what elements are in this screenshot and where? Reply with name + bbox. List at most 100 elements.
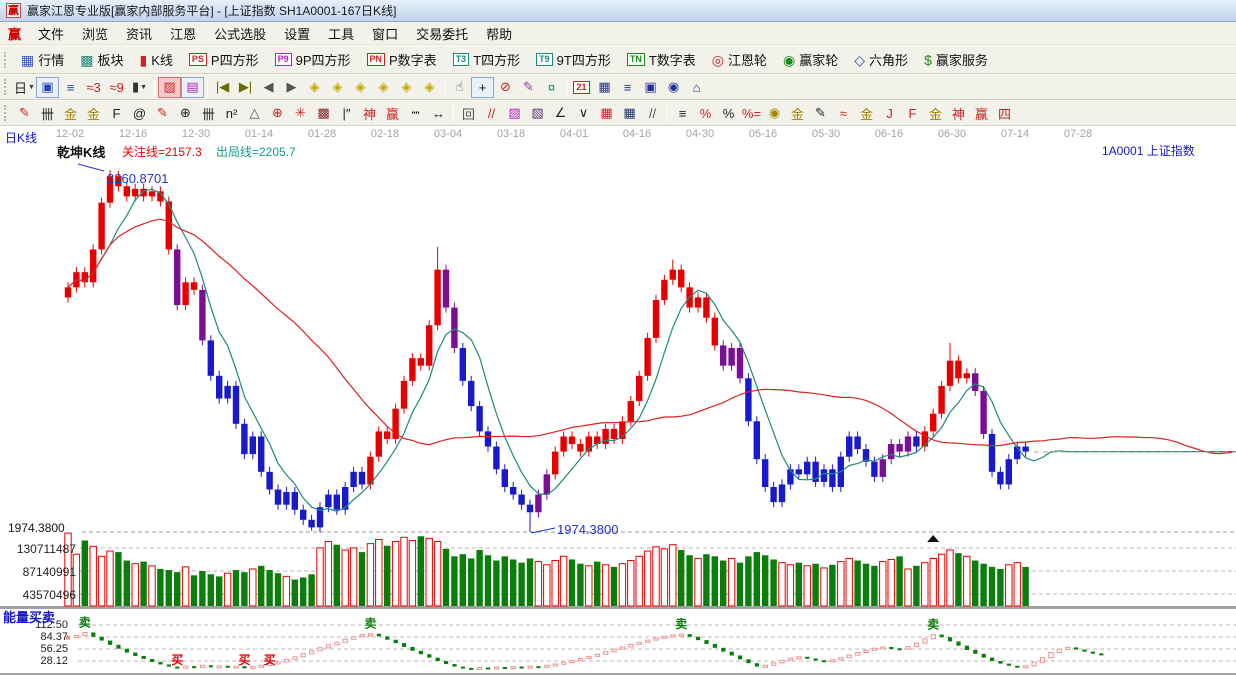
circle-cross-tool[interactable]: ⊕ xyxy=(266,103,289,124)
report-tool[interactable]: ≡ xyxy=(616,77,639,98)
menu-item-设置[interactable]: 设置 xyxy=(275,22,319,45)
menu-item-帮助[interactable]: 帮助 xyxy=(477,22,521,45)
arrow-pen-tool[interactable]: ✎ xyxy=(809,103,832,124)
n2-cycle-tool[interactable]: n² xyxy=(220,103,243,124)
remote-service-tool[interactable]: ⌂ xyxy=(685,77,708,98)
diamond-expand-button[interactable]: ◈ xyxy=(349,77,372,98)
nav-first-button[interactable]: |◀ xyxy=(211,77,234,98)
gold-angle-tool[interactable]: 金 xyxy=(855,103,878,124)
winner-wheel-button[interactable]: ◉赢家轮 xyxy=(775,46,846,73)
check-line-tool[interactable]: ∨ xyxy=(572,103,595,124)
f-comb-tool[interactable]: F xyxy=(105,103,128,124)
web-star-tool[interactable]: ✳ xyxy=(289,103,312,124)
menu-item-浏览[interactable]: 浏览 xyxy=(73,22,117,45)
width-measure-tool[interactable]: ↔ xyxy=(427,103,450,124)
notepad-tool[interactable]: ✎ xyxy=(517,77,540,98)
percent-tool[interactable]: % xyxy=(717,103,740,124)
hand-drag-tool[interactable]: ☝ xyxy=(448,77,471,98)
menu-item-工具[interactable]: 工具 xyxy=(319,22,363,45)
shen-angle-tool[interactable]: 神 xyxy=(947,103,970,124)
menu-item-江恩[interactable]: 江恩 xyxy=(161,22,205,45)
spiral-tool[interactable]: @ xyxy=(128,103,151,124)
target-bars-tool[interactable]: ≡ xyxy=(671,103,694,124)
gold-comb2-tool[interactable]: 金 xyxy=(82,103,105,124)
t9-square-button[interactable]: T99T四方形 xyxy=(528,46,619,73)
menu-item-交易委托[interactable]: 交易委托 xyxy=(407,22,477,45)
winner-service-button[interactable]: $赢家服务 xyxy=(916,46,996,73)
menu-item-文件[interactable]: 文件 xyxy=(29,22,73,45)
tick-mark-tool[interactable]: |″ xyxy=(335,103,358,124)
net-update-tool[interactable]: ◉ xyxy=(662,77,685,98)
volume-profile-tool[interactable]: ▤ xyxy=(181,77,204,98)
gann-wheel-button[interactable]: ◎江恩轮 xyxy=(704,46,775,73)
menu-item-资讯[interactable]: 资讯 xyxy=(117,22,161,45)
p-square-button[interactable]: PSP四方形 xyxy=(181,46,267,73)
diamond-shift-left-button[interactable]: ◈ xyxy=(303,77,326,98)
delete-line-tool[interactable]: ⊘ xyxy=(494,77,517,98)
f-angle-tool[interactable]: F xyxy=(901,103,924,124)
diamond-full-button[interactable]: ◈ xyxy=(418,77,441,98)
wave-3-tool[interactable]: ≈3 xyxy=(82,77,105,98)
calendar-tool[interactable]: 21 xyxy=(570,77,593,98)
j-angle-tool[interactable]: J xyxy=(878,103,901,124)
calculator-tool[interactable]: ▦ xyxy=(593,77,616,98)
hexagon-button[interactable]: ◇六角形 xyxy=(846,46,916,73)
info-panel-button[interactable]: ≡ xyxy=(59,77,82,98)
gold-level-tool[interactable]: 金 xyxy=(786,103,809,124)
gold-comb-tool[interactable]: 金 xyxy=(59,103,82,124)
gann-grid-toggle[interactable]: ▣ xyxy=(36,77,59,98)
angle-lines-tool[interactable]: ∠ xyxy=(549,103,572,124)
grid-comb-tool[interactable]: 卌 xyxy=(197,103,220,124)
quotes-button[interactable]: ▦行情 xyxy=(13,46,72,73)
toolbar-label: P数字表 xyxy=(389,50,437,69)
wave-gold-tool[interactable]: ≈ xyxy=(832,103,855,124)
trend-pen-tool[interactable]: ✎ xyxy=(13,103,36,124)
percent-level-tool[interactable]: %= xyxy=(740,103,763,124)
fan-lines-tool[interactable]: // xyxy=(480,103,503,124)
save-tool[interactable]: ▣ xyxy=(639,77,662,98)
save-icon: ▣ xyxy=(644,79,656,95)
pen2-tool[interactable]: ✎ xyxy=(151,103,174,124)
shen-comb-tool[interactable]: 神 xyxy=(358,103,381,124)
win-angle-tool[interactable]: 赢 xyxy=(970,103,993,124)
main-chart-canvas[interactable]: 卖卖卖卖买买买 xyxy=(0,126,1236,675)
nav-last-button[interactable]: ▶| xyxy=(234,77,257,98)
grid-red-tool[interactable]: ▦ xyxy=(595,103,618,124)
t-number-button[interactable]: TNT数字表 xyxy=(619,46,704,73)
nav-next-button[interactable]: ▶ xyxy=(280,77,303,98)
mirror-tool[interactable]: △ xyxy=(243,103,266,124)
p9-square-button[interactable]: P99P四方形 xyxy=(267,46,359,73)
kline-button[interactable]: ▮K线 xyxy=(132,46,181,73)
comb-tool[interactable]: 卌 xyxy=(36,103,59,124)
percent-line-tool[interactable]: % xyxy=(694,103,717,124)
zone-highlight-tool[interactable]: ▨ xyxy=(158,77,181,98)
grid-dark-tool[interactable]: ▦ xyxy=(618,103,641,124)
gold-circle-tool[interactable]: ◉ xyxy=(763,103,786,124)
crosshair-tool[interactable]: + xyxy=(471,77,494,98)
sectors-button[interactable]: ▩板块 xyxy=(72,46,131,73)
pattern-match-tool[interactable]: ¤ xyxy=(540,77,563,98)
wave-9-tool[interactable]: ≈9 xyxy=(105,77,128,98)
gann-box2-tool[interactable]: ▧ xyxy=(526,103,549,124)
win-comb-tool[interactable]: 赢 xyxy=(381,103,404,124)
gann-box-tool[interactable]: ▨ xyxy=(503,103,526,124)
diamond-star-button[interactable]: ◈ xyxy=(395,77,418,98)
menu-item-窗口[interactable]: 窗口 xyxy=(363,22,407,45)
box-select-tool[interactable]: 回 xyxy=(457,103,480,124)
p-number-button[interactable]: PNP数字表 xyxy=(359,46,445,73)
ruler-123-tool[interactable]: ┉ xyxy=(404,103,427,124)
t-square-button[interactable]: T3T四方形 xyxy=(445,46,528,73)
nav-prev-button[interactable]: ◀ xyxy=(257,77,280,98)
period-label: 日K线 xyxy=(5,129,37,146)
menu-item-公式选股[interactable]: 公式选股 xyxy=(205,22,275,45)
spider-web-tool[interactable]: ▩ xyxy=(312,103,335,124)
period-day-selector[interactable]: 日▼ xyxy=(13,77,36,98)
gold-angle2-tool[interactable]: 金 xyxy=(924,103,947,124)
candle-style-selector[interactable]: ▮▼ xyxy=(128,77,151,98)
diamond-shift-right-button[interactable]: ◈ xyxy=(326,77,349,98)
cycle-circle-tool[interactable]: ⊕ xyxy=(174,103,197,124)
gold-level-icon: 金 xyxy=(791,104,804,123)
four-angle-tool[interactable]: 四 xyxy=(993,103,1016,124)
parallel-lines-tool[interactable]: // xyxy=(641,103,664,124)
diamond-compress-button[interactable]: ◈ xyxy=(372,77,395,98)
